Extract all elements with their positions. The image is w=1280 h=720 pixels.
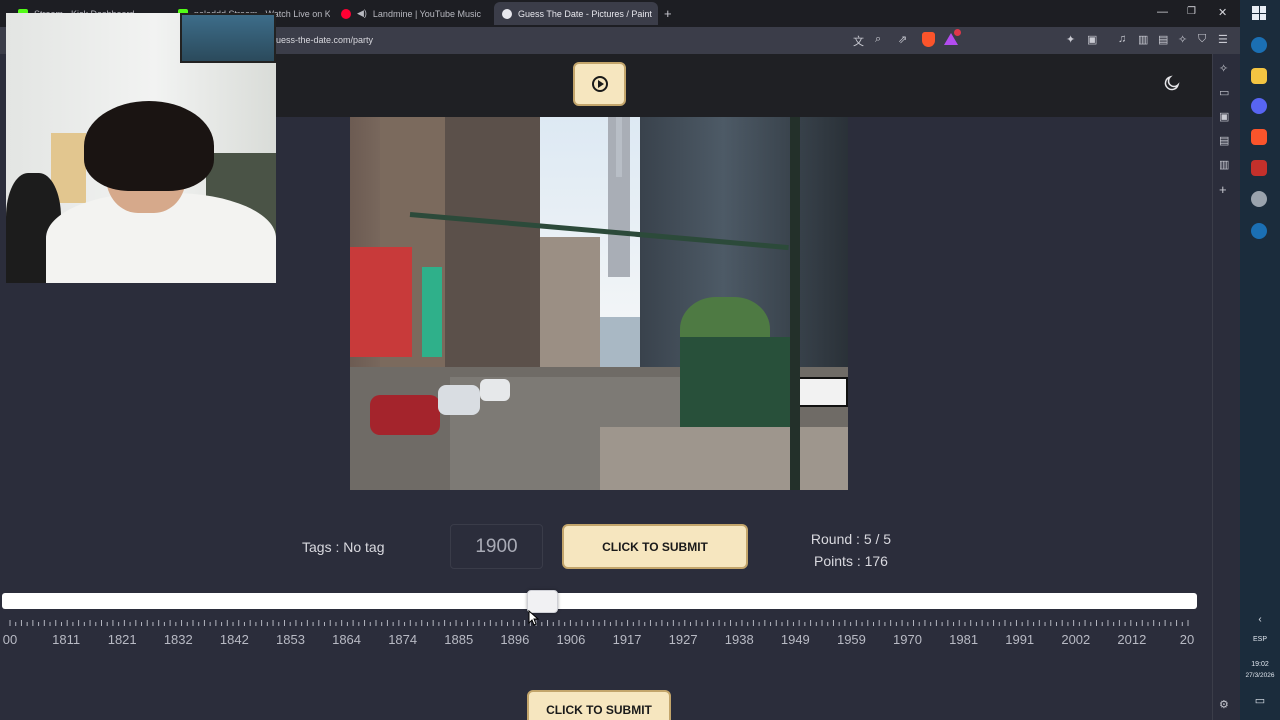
wallet-icon[interactable]: ▣ [1219, 110, 1229, 123]
settings-icon[interactable]: ⚙ [1219, 698, 1229, 711]
brave-icon[interactable] [1251, 129, 1267, 145]
vpn-icon[interactable]: ⛉ [1198, 33, 1206, 46]
slider-tick-label: 1906 [556, 632, 586, 647]
extensions-icon[interactable]: ✦ [1066, 33, 1075, 46]
slider-tick-label: 1959 [836, 632, 866, 647]
windows-start-icon[interactable] [1252, 6, 1266, 20]
new-tab-icon[interactable]: + [664, 6, 672, 21]
tab-label: Landmine | YouTube Music [372, 8, 481, 19]
discord-icon[interactable] [1251, 98, 1267, 114]
brave-shields-icon[interactable] [922, 32, 935, 47]
slider-tick-label: 1885 [444, 632, 474, 647]
history-icon[interactable]: ▥ [1219, 158, 1229, 171]
add-panel-icon[interactable]: + [1219, 182, 1227, 197]
submit-button[interactable]: CLICK TO SUBMIT [562, 524, 748, 569]
slider-tick-label: 1896 [500, 632, 530, 647]
site-header [276, 54, 1212, 117]
slider-tick-label: 1917 [612, 632, 642, 647]
slider-tick-label: 20 [1179, 632, 1195, 647]
notification-icon[interactable]: ▭ [1240, 694, 1280, 707]
clock-date[interactable]: 27/3/2026 [1240, 672, 1280, 679]
restore-icon[interactable]: ❐ [1187, 6, 1196, 17]
guess-photo [350, 117, 848, 490]
slider-tick-label: 1832 [163, 632, 193, 647]
language-indicator[interactable]: ESP [1240, 636, 1280, 643]
tab-search-icon[interactable]: ▣ [1087, 33, 1097, 46]
slider-tick-label: 1864 [332, 632, 362, 647]
tab-youtube-music[interactable]: ◀) Landmine | YouTube Music [333, 2, 493, 25]
brave-rewards-icon[interactable] [944, 29, 961, 45]
slider-tick-label: 1949 [780, 632, 810, 647]
screen: { "browser": { "tabs": [ {"label": "Stre… [0, 0, 1280, 720]
slider-tick-label: 2002 [1061, 632, 1091, 647]
chevron-left-icon[interactable]: ‹ [1240, 614, 1280, 625]
file-explorer-icon[interactable] [1251, 68, 1267, 84]
slider-tick-label: 1811 [52, 632, 81, 647]
minimize-icon[interactable]: — [1157, 6, 1168, 18]
leo-ai-icon[interactable]: ✧ [1219, 62, 1228, 75]
round-counter: Round : 5 / 5 [810, 531, 892, 547]
play-button[interactable] [573, 62, 626, 106]
share-icon[interactable]: ⇗ [898, 33, 907, 46]
bottom-submit-button[interactable]: CLICK TO SUBMIT [527, 690, 671, 720]
mouse-cursor-icon [528, 610, 540, 626]
tags-label: Tags : No tag [302, 539, 385, 555]
site-favicon-icon [502, 8, 512, 19]
slider-tick-label: 1991 [1005, 632, 1035, 647]
tab-label: Guess The Date - Pictures / Paint [518, 8, 652, 19]
slider-tick-label: 1842 [219, 632, 249, 647]
play-icon [591, 76, 608, 92]
menu-icon[interactable]: ☰ [1218, 33, 1228, 46]
browser-sidebar: ✧ ▭ ▣ ▤ ▥ + ⚙ [1212, 54, 1240, 720]
bookmarks-icon[interactable]: ▤ [1219, 134, 1229, 147]
slider-tick-label: 1970 [893, 632, 922, 647]
speaker-icon: ◀) [357, 8, 367, 18]
slider-tick-label: 1938 [724, 632, 754, 647]
youtube-music-icon [341, 8, 351, 19]
dark-mode-toggle-icon[interactable] [1163, 74, 1181, 92]
reading-list-icon[interactable]: ▭ [1219, 86, 1229, 99]
sidebar-toggle-icon[interactable]: ▥ [1138, 33, 1148, 46]
translate-icon[interactable]: 文 [853, 33, 864, 49]
steam-icon[interactable] [1251, 37, 1267, 53]
slider-tick-label: 2012 [1117, 632, 1147, 647]
address-bar[interactable]: uess-the-date.com/party [276, 35, 373, 45]
windows-taskbar: ‹ ESP 19:02 27/3/2026 ▭ [1240, 0, 1280, 720]
year-input[interactable] [450, 524, 543, 569]
steam-icon[interactable] [1251, 223, 1267, 239]
obs-icon[interactable] [1251, 191, 1267, 207]
slider-tick-label: 1853 [276, 632, 305, 647]
close-window-icon[interactable]: ✕ [1218, 6, 1227, 19]
clock-time[interactable]: 19:02 [1240, 661, 1280, 668]
cheat-app-icon[interactable] [1251, 160, 1267, 176]
points-counter: Points : 176 [814, 553, 888, 569]
slider-tick-label: 00 [2, 632, 18, 647]
leo-icon[interactable]: ✧ [1178, 33, 1187, 46]
media-icon[interactable]: ♫ [1118, 33, 1126, 45]
slider-tick-label: 1874 [388, 632, 418, 647]
score-panel: Round : 5 / 5 Points : 176 [790, 528, 912, 572]
slider-tick-label: 1981 [949, 632, 979, 647]
slider-tick-label: 1927 [668, 632, 698, 647]
year-slider-track[interactable] [2, 593, 1197, 609]
zoom-icon[interactable]: ⌕ [875, 33, 881, 46]
slider-tick-label: 1821 [107, 632, 137, 647]
webcam-overlay [6, 13, 276, 283]
tab-guess-the-date[interactable]: Guess The Date - Pictures / Paint ✕ [494, 2, 658, 25]
slider-ticks [9, 620, 1189, 626]
wallet-icon[interactable]: ▤ [1158, 33, 1168, 46]
